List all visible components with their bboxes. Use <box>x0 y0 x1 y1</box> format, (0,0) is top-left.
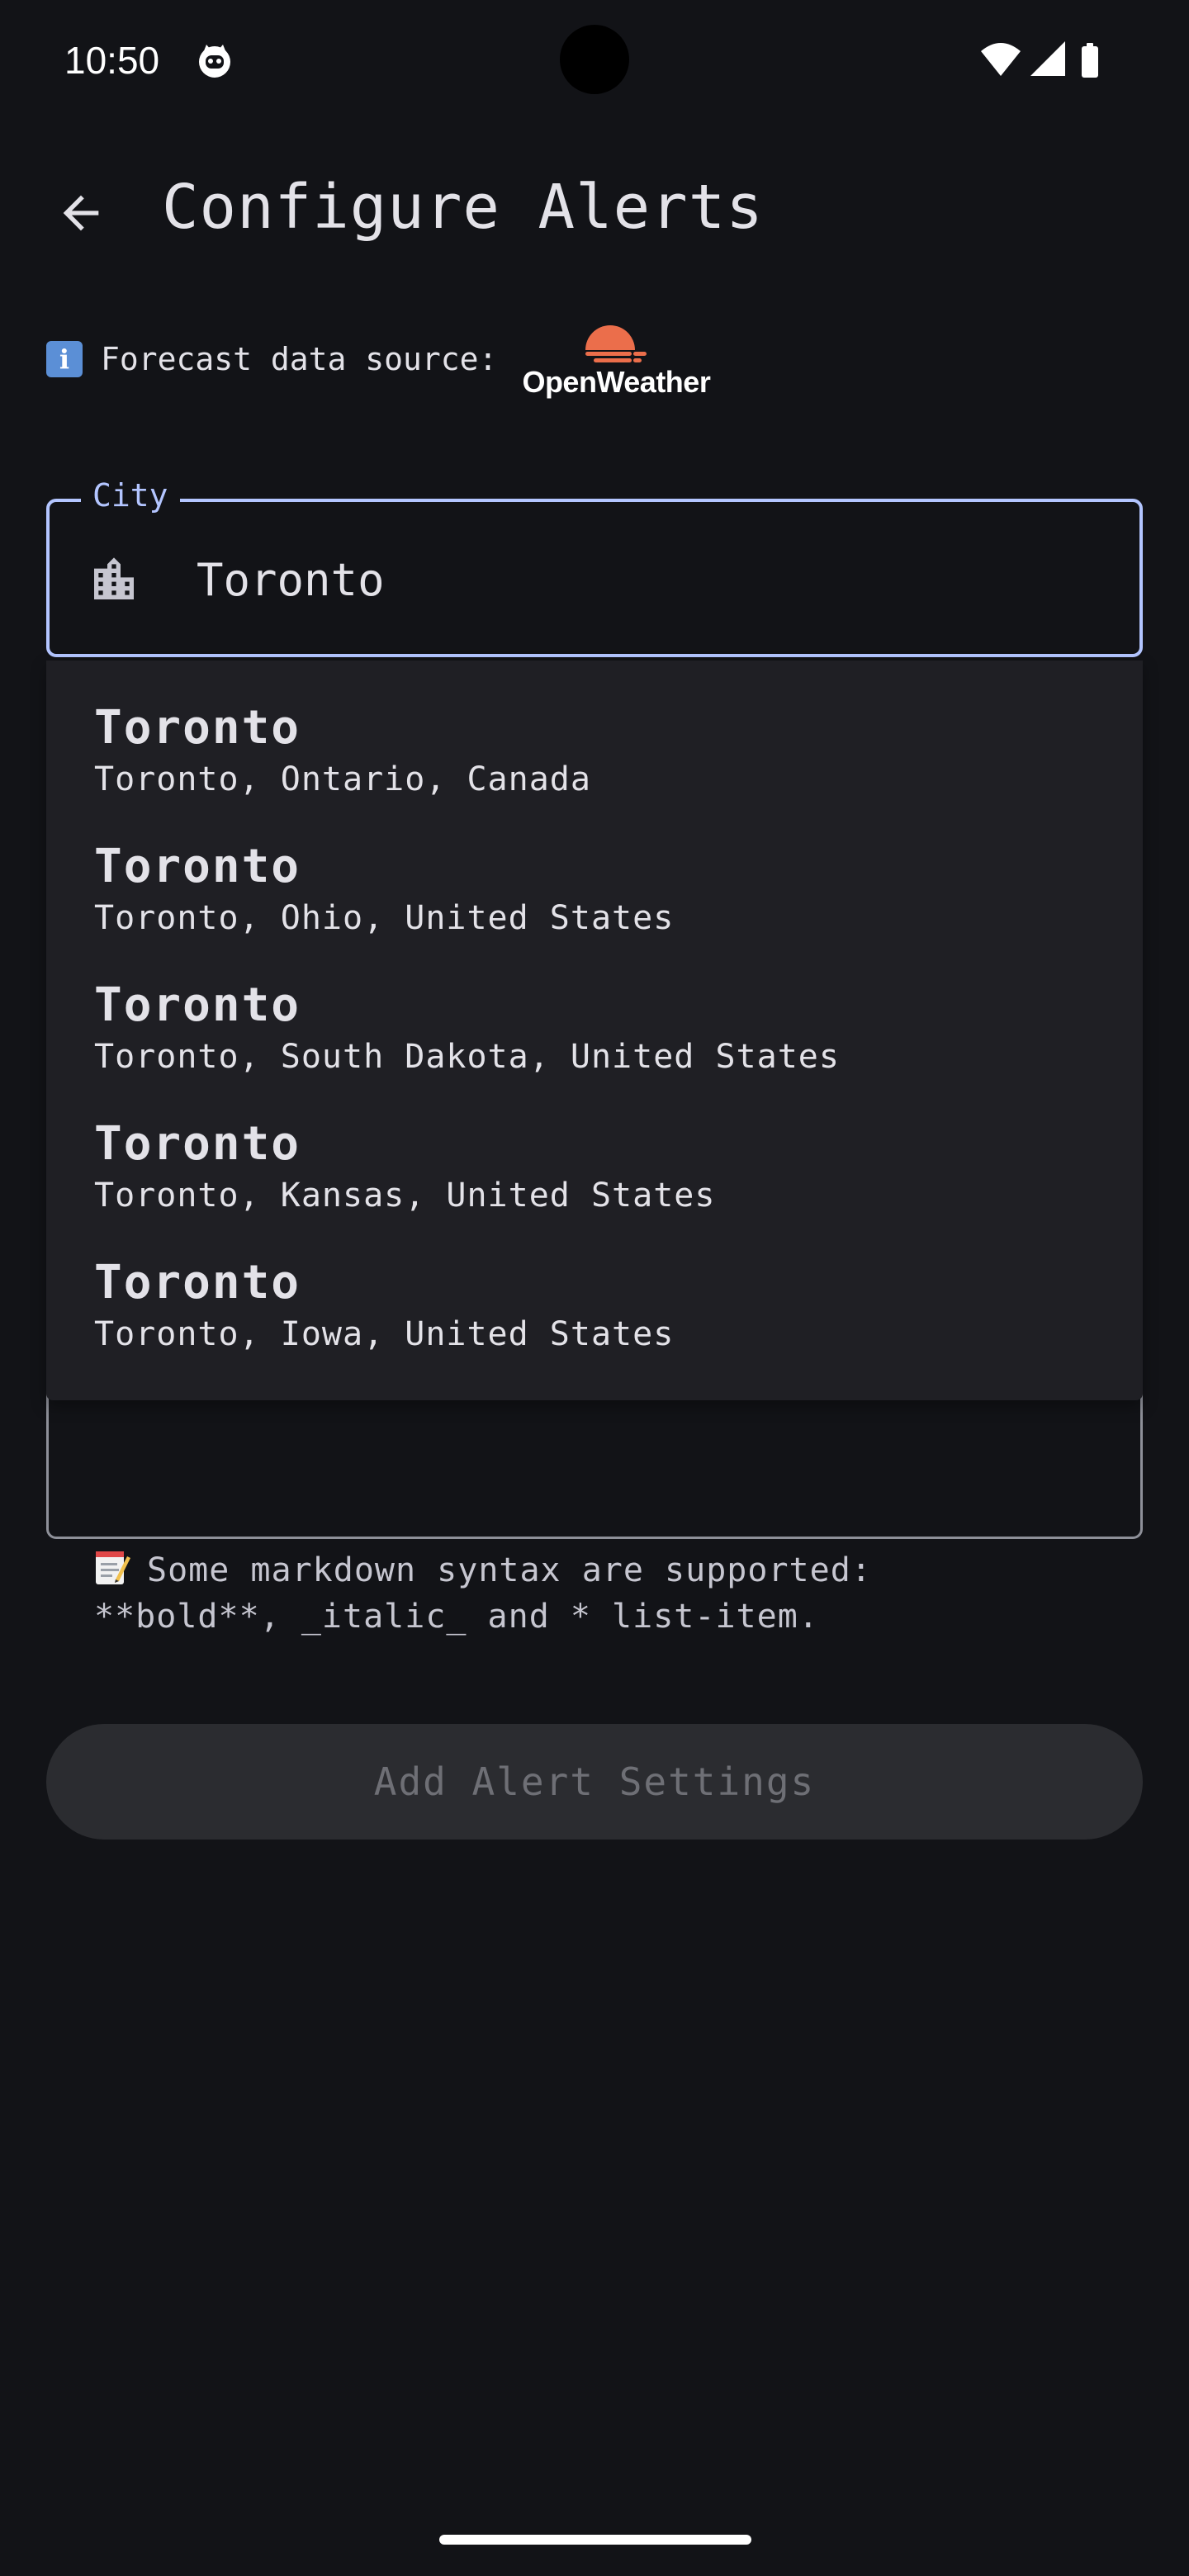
gesture-navigation-bar[interactable] <box>439 2535 751 2545</box>
cellular-signal-icon <box>1030 41 1065 76</box>
status-time: 10:50 <box>64 39 160 82</box>
data-source-label: Forecast data source: <box>101 341 498 377</box>
suggestion-item[interactable]: Toronto Toronto, South Dakota, United St… <box>46 976 1143 1115</box>
suggestion-subtitle: Toronto, Iowa, United States <box>94 1315 675 1353</box>
openweather-logo-text: OpenWeather <box>522 365 711 399</box>
suggestion-subtitle: Toronto, Ontario, Canada <box>94 760 591 798</box>
suggestion-title: Toronto <box>94 840 301 893</box>
suggestion-title: Toronto <box>94 978 301 1032</box>
markdown-hint: Some markdown syntax are supported: **bo… <box>94 1547 1118 1640</box>
suggestion-item[interactable]: Toronto Toronto, Ontario, Canada <box>46 698 1143 837</box>
suggestion-title: Toronto <box>94 1117 301 1171</box>
suggestion-subtitle: Toronto, Kansas, United States <box>94 1177 716 1215</box>
suggestion-item[interactable]: Toronto Toronto, Ohio, United States <box>46 837 1143 976</box>
suggestion-item[interactable]: Toronto Toronto, Iowa, United States <box>46 1253 1143 1392</box>
wifi-icon <box>981 43 1021 76</box>
markdown-hint-line1: Some markdown syntax are supported: <box>147 1551 872 1589</box>
suggestion-subtitle: Toronto, South Dakota, United States <box>94 1038 840 1076</box>
page-title: Configure Alerts <box>162 172 764 243</box>
openweather-sun-icon <box>585 325 647 362</box>
city-input[interactable] <box>197 547 1105 613</box>
city-suggestions-dropdown: Toronto Toronto, Ontario, Canada Toronto… <box>46 661 1143 1400</box>
city-field-label: City <box>81 477 180 514</box>
front-camera <box>560 25 629 94</box>
notification-cat-icon <box>199 45 230 78</box>
suggestion-title: Toronto <box>94 1256 301 1309</box>
suggestion-subtitle: Toronto, Ohio, United States <box>94 899 675 937</box>
markdown-hint-line1-row: Some markdown syntax are supported: <box>94 1547 1118 1593</box>
back-button[interactable] <box>46 178 116 248</box>
battery-icon <box>1082 43 1098 78</box>
memo-icon <box>96 1551 130 1584</box>
suggestion-title: Toronto <box>94 701 301 755</box>
data-source-row: i Forecast data source: OpenWeather <box>46 314 711 405</box>
info-icon: i <box>46 341 83 377</box>
suggestion-item[interactable]: Toronto Toronto, Kansas, United States <box>46 1115 1143 1253</box>
markdown-hint-line2: **bold**, _italic_ and * list-item. <box>94 1598 819 1636</box>
arrow-back-icon <box>63 195 99 231</box>
city-building-icon <box>94 557 134 599</box>
add-alert-settings-button[interactable]: Add Alert Settings <box>46 1724 1143 1840</box>
openweather-logo[interactable]: OpenWeather <box>522 319 711 400</box>
status-icons <box>981 41 1098 78</box>
